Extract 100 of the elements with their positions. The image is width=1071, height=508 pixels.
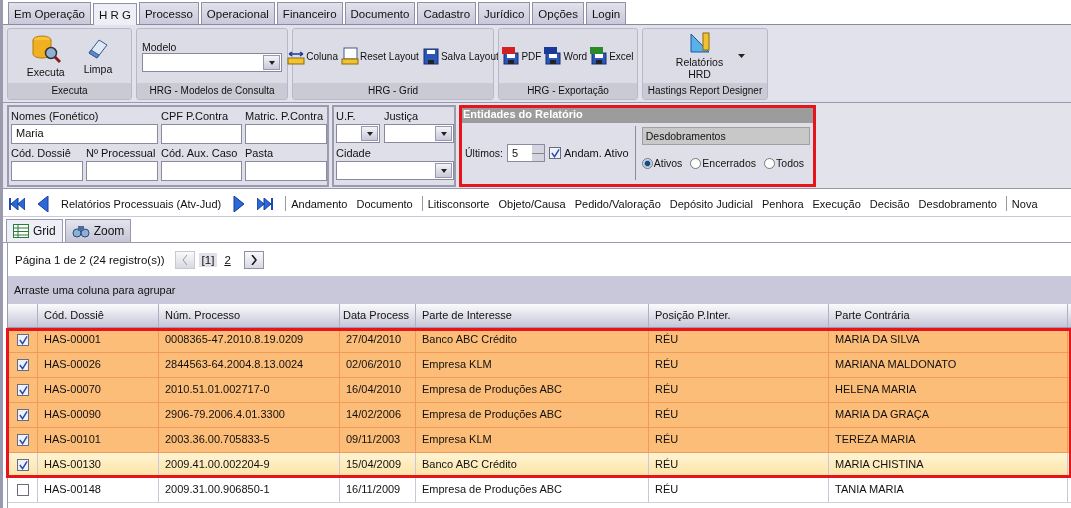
input-field[interactable] xyxy=(245,161,327,181)
ribbon-button[interactable]: Excel xyxy=(590,47,634,65)
floppy-icon xyxy=(421,47,440,65)
ribbon-button[interactable]: Relatórios HRD xyxy=(665,30,734,82)
table-cell: HAS-00026 xyxy=(38,353,159,377)
menu-tab[interactable]: Opções xyxy=(532,2,584,24)
floppy-icon xyxy=(502,47,521,65)
next-page-button[interactable] xyxy=(243,250,264,269)
group-title: HRG - Exportação xyxy=(499,83,637,99)
table-cell: RÉU xyxy=(649,428,829,452)
ribbon-button[interactable]: Limpa xyxy=(75,35,121,77)
database-search-icon xyxy=(30,34,61,64)
column-header[interactable]: Data Process xyxy=(340,304,416,327)
input-field[interactable] xyxy=(161,161,242,181)
checkbox-label[interactable]: Andam. Ativo xyxy=(563,147,629,159)
ribbon-button[interactable]: PDF xyxy=(502,47,542,65)
field-label: Nº Processual xyxy=(86,146,157,161)
table-row[interactable]: HAS-00148 2009.31.00.906850-1 16/11/2009 Empresa de Produções ABC RÉU TANIA MARIA xyxy=(8,478,1071,503)
radio-button[interactable]: Encerrados xyxy=(690,157,757,169)
menu-tab[interactable]: Login xyxy=(585,2,627,24)
field-label: CPF P.Contra xyxy=(161,109,230,124)
toolbar-link[interactable]: Execução xyxy=(812,197,861,210)
row-checkbox[interactable] xyxy=(16,409,29,421)
ribbon-button[interactable]: Reset Layout xyxy=(340,47,419,65)
table-row[interactable]: HAS-00090 2906-79.2006.4.01.3300 14/02/2006 Empresa de Produções ABC RÉU MARIA DA GRAÇA xyxy=(8,403,1071,428)
column-header[interactable]: Parte Contrária xyxy=(829,304,1068,327)
toolbar-link[interactable]: Objeto/Causa xyxy=(498,197,566,210)
toolbar-link[interactable]: Pedido/Valoração xyxy=(574,197,661,210)
table-row[interactable]: HAS-00070 2010.51.01.002717-0 16/04/2010 Empresa de Produções ABC RÉU HELENA MARIA xyxy=(8,378,1071,403)
field-label: Nomes (Fonético) xyxy=(11,109,100,124)
field-label: Cód. Dossiê xyxy=(11,146,72,161)
next-icon[interactable] xyxy=(233,195,246,212)
toolbar-link[interactable]: Depósito Judicial xyxy=(669,197,753,210)
column-header[interactable]: Parte de Interesse xyxy=(416,304,649,327)
menu-tab[interactable]: Processo xyxy=(138,2,199,24)
toolbar-link[interactable]: Andamento xyxy=(291,197,348,210)
table-cell: TEREZA MARIA xyxy=(829,428,1068,452)
row-checkbox[interactable] xyxy=(16,434,29,446)
row-checkbox[interactable] xyxy=(16,484,29,496)
column-header[interactable]: Cód. Dossiê xyxy=(38,304,159,327)
toolbar-link[interactable]: Documento xyxy=(356,197,413,210)
dropdown-icon[interactable] xyxy=(435,163,452,178)
menu-tab[interactable]: Jurídico xyxy=(478,2,531,24)
table-cell: 0008365-47.2010.8.19.0209 xyxy=(159,328,340,352)
combo-field[interactable] xyxy=(336,161,454,180)
view-tab[interactable]: Zoom xyxy=(64,219,132,242)
row-checkbox[interactable] xyxy=(16,359,29,371)
first-page-icon[interactable] xyxy=(9,197,25,210)
menu-tab[interactable]: Financeiro xyxy=(276,2,343,24)
menu-tab[interactable]: Cadastro xyxy=(417,2,477,24)
table-cell: HAS-00130 xyxy=(38,453,159,477)
dropdown-icon[interactable] xyxy=(263,55,280,70)
ribbon-button[interactable]: Executa xyxy=(18,32,73,80)
table-row[interactable]: HAS-00026 2844563-64.2004.8.13.0024 02/06/2010 Empresa KLM RÉU MARIANA MALDONATO xyxy=(8,353,1071,378)
menu-tab[interactable]: Em Operação xyxy=(8,2,91,24)
caret-icon[interactable] xyxy=(737,54,745,58)
menu-tab[interactable]: Documento xyxy=(344,2,416,24)
field-label: Justiça xyxy=(384,109,420,124)
table-cell: MARIANA MALDONATO xyxy=(829,353,1068,377)
section-title: Desdobramentos xyxy=(641,127,810,145)
radio-button[interactable]: Todos xyxy=(764,157,805,169)
dropdown-icon[interactable] xyxy=(435,126,452,141)
toolbar-link[interactable]: Nova xyxy=(1011,197,1038,210)
input-field[interactable] xyxy=(161,124,242,144)
ribbon-button[interactable]: Coluna xyxy=(287,47,338,65)
page-link[interactable]: 2 xyxy=(221,252,234,267)
previous-icon[interactable] xyxy=(37,195,49,212)
row-checkbox[interactable] xyxy=(16,334,29,346)
binoculars-icon[interactable] xyxy=(71,224,90,238)
input-field[interactable] xyxy=(245,124,327,144)
field-label: Matric. P.Contra xyxy=(245,109,325,124)
toolbar-link[interactable]: Desdobramento xyxy=(918,197,997,210)
combo-field[interactable] xyxy=(336,124,380,143)
checkbox[interactable] xyxy=(548,147,561,159)
row-checkbox[interactable] xyxy=(16,459,29,471)
radio-button[interactable]: Ativos xyxy=(641,157,683,169)
toolbar-link[interactable]: Penhora xyxy=(761,197,804,210)
column-header[interactable]: Posição P.Inter. xyxy=(649,304,829,327)
page-link[interactable]: [1] xyxy=(198,252,218,267)
field-label: Cód. Aux. Caso xyxy=(161,146,239,161)
combo-field[interactable] xyxy=(384,124,454,143)
toolbar-link[interactable]: Decisão xyxy=(869,197,910,210)
last-page-icon[interactable] xyxy=(257,197,274,210)
column-header[interactable]: Núm. Processo xyxy=(159,304,340,327)
input-field[interactable]: Maria xyxy=(11,124,158,144)
row-checkbox[interactable] xyxy=(16,384,29,396)
spinner-field[interactable]: 5 xyxy=(506,144,545,162)
dropdown-icon[interactable] xyxy=(361,126,378,141)
grid-icon[interactable] xyxy=(13,224,29,238)
view-tab[interactable]: Grid xyxy=(6,219,63,242)
table-row[interactable]: HAS-00101 2003.36.00.705833-5 09/11/2003 Empresa KLM RÉU TEREZA MARIA xyxy=(8,428,1071,453)
table-cell: 2906-79.2006.4.01.3300 xyxy=(159,403,340,427)
menu-tab[interactable]: Operacional xyxy=(200,2,275,24)
ribbon-button[interactable]: Salva Layout xyxy=(421,47,499,65)
ribbon-button[interactable]: Word xyxy=(544,47,588,65)
chevron-right-icon[interactable] xyxy=(250,254,257,265)
toolbar-link[interactable]: Litisconsorte xyxy=(427,197,490,210)
menu-tab[interactable]: H R G xyxy=(92,3,137,25)
input-field[interactable] xyxy=(86,161,158,181)
input-field[interactable] xyxy=(11,161,83,181)
